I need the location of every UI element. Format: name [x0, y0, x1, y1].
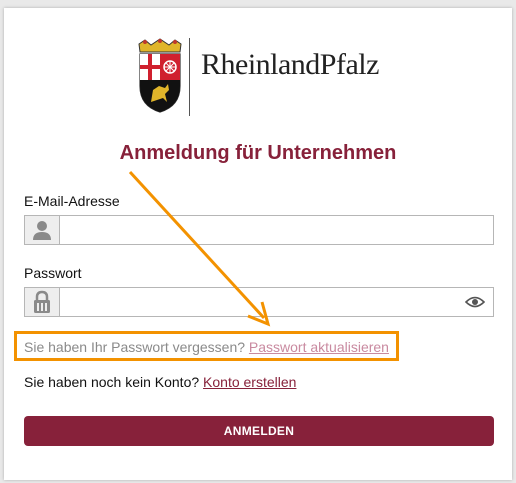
login-button[interactable]: ANMELDEN	[24, 416, 494, 446]
brand-logo: RheinlandPfalz	[135, 38, 395, 116]
password-addon	[25, 288, 60, 316]
email-label: E-Mail-Adresse	[24, 193, 120, 209]
coat-of-arms-icon	[138, 38, 182, 113]
create-account-link[interactable]: Konto erstellen	[203, 374, 296, 390]
page-title: Anmeldung für Unternehmen	[119, 142, 397, 164]
brand-name: RheinlandPfalz	[201, 48, 379, 81]
password-field-group	[24, 287, 494, 317]
logo-divider	[189, 38, 190, 116]
register-row: Sie haben noch kein Konto? Konto erstell…	[24, 374, 296, 390]
eye-icon[interactable]	[465, 294, 485, 310]
email-field-group	[24, 215, 494, 245]
user-icon	[33, 221, 51, 240]
register-text: Sie haben noch kein Konto?	[24, 374, 200, 390]
password-input[interactable]	[60, 288, 459, 316]
forgot-password-text: Sie haben Ihr Passwort vergessen?	[24, 339, 246, 355]
password-label: Passwort	[24, 265, 82, 281]
email-input[interactable]	[60, 216, 459, 244]
email-addon	[25, 216, 60, 244]
update-password-link[interactable]: Passwort aktualisieren	[249, 339, 389, 355]
lock-icon	[34, 290, 50, 313]
forgot-password-row: Sie haben Ihr Passwort vergessen? Passwo…	[24, 339, 389, 355]
